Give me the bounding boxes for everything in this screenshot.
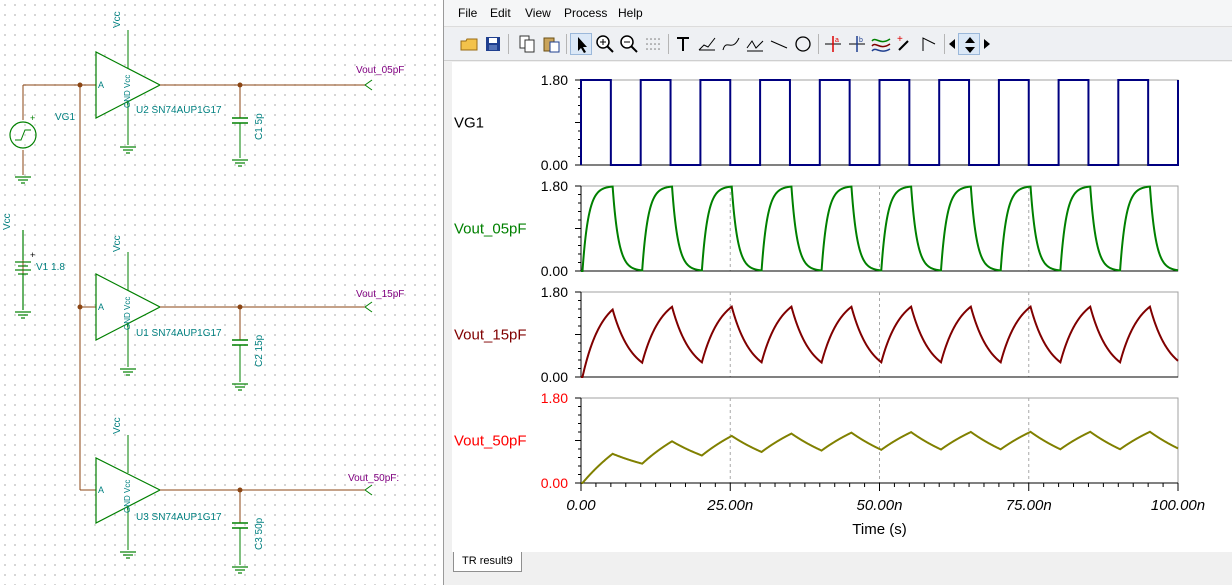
pointer-icon[interactable] xyxy=(570,33,592,55)
zoom-out-icon[interactable] xyxy=(618,33,640,55)
probe-icon[interactable]: + xyxy=(894,33,916,55)
u1-pin-labels: GND Vcc xyxy=(123,297,132,330)
u2-pin-labels: GND Vcc xyxy=(123,75,132,108)
u2-pin-a: A xyxy=(98,80,104,90)
status-bar: TR result9 xyxy=(444,552,1232,585)
out-label-15pf: Vout_15pF xyxy=(356,289,404,300)
y-tick-label: 0.00 xyxy=(541,157,568,173)
buffer-stage[interactable]: Vcc A GND Vcc U3 SN74AUP1G17 C3 50p Vout… xyxy=(95,417,399,574)
chart-svg: 0.00 1.80 VG1 0.00 1.80 Vout_05pF 0.00 1.80 Vout… xyxy=(454,72,1205,538)
y-tick-label: 1.80 xyxy=(541,390,568,406)
v1-vcc-label: Vcc xyxy=(2,213,13,230)
u1-vcc-label: Vcc xyxy=(112,235,123,252)
u1-pin-a: A xyxy=(98,302,104,312)
x-tick-label: 25.00n xyxy=(706,497,753,514)
scroll-right-icon[interactable] xyxy=(981,33,993,55)
text-icon[interactable] xyxy=(672,33,694,55)
u2-ref: U2 SN74AUP1G17 xyxy=(136,105,222,116)
open-icon[interactable] xyxy=(458,33,480,55)
vg1-label: VG1 xyxy=(55,112,75,123)
u3-pin-a: A xyxy=(98,485,104,495)
curve-label-icon[interactable] xyxy=(696,33,718,55)
grid-icon[interactable] xyxy=(642,33,664,55)
x-tick-label: 50.00n xyxy=(857,497,903,514)
toolbar: a b + xyxy=(444,28,1232,61)
buffer-stage[interactable]: Vcc A GND Vcc U2 SN74AUP1G17 C1 5p Vout_… xyxy=(95,11,404,167)
y-tick-label: 1.80 xyxy=(541,178,568,194)
paste-icon[interactable] xyxy=(540,33,562,55)
marker-icon[interactable] xyxy=(918,33,940,55)
x-tick-label: 100.00n xyxy=(1151,497,1205,514)
menu-view[interactable]: View xyxy=(525,6,551,20)
result-tab[interactable]: TR result9 xyxy=(453,552,522,572)
analysis-window[interactable]: File Edit View Process Help a b + 0.00 1… xyxy=(443,0,1232,585)
cursor-b-icon[interactable]: b xyxy=(846,33,868,55)
copy-icon[interactable] xyxy=(516,33,538,55)
x-tick-label: 0.00 xyxy=(566,497,596,514)
menu-process[interactable]: Process xyxy=(564,6,607,20)
vg1-plus: + xyxy=(30,113,35,123)
svg-text:a: a xyxy=(835,37,839,44)
c3-label: C3 50p xyxy=(254,517,265,550)
u3-vcc-label: Vcc xyxy=(112,417,123,434)
series-label: VG1 xyxy=(454,115,484,132)
menu-help[interactable]: Help xyxy=(618,6,643,20)
y-tick-label: 1.80 xyxy=(541,284,568,300)
y-tick-label: 0.00 xyxy=(541,369,568,385)
schematic-canvas[interactable]: + VG1 Vcc + V1 1.8 Vcc A GND Vcc U2 SN74… xyxy=(0,0,440,585)
y-tick-label: 0.00 xyxy=(541,475,568,491)
menu-bar: File Edit View Process Help xyxy=(444,0,1232,27)
schematic-drawing: + VG1 Vcc + V1 1.8 Vcc A GND Vcc U2 SN74… xyxy=(2,11,404,574)
out-label-05pf: Vout_05pF xyxy=(356,65,404,76)
c1-label: C1 5p xyxy=(254,113,265,140)
curve-label3-icon[interactable] xyxy=(744,33,766,55)
scroll-left-icon[interactable] xyxy=(946,33,958,55)
c2-label: C2 15p xyxy=(254,334,265,367)
v1-plus: + xyxy=(30,250,35,260)
series-label: Vout_15pF xyxy=(454,327,527,344)
x-tick-label: 75.00n xyxy=(1006,497,1052,514)
u1-ref: U1 SN74AUP1G17 xyxy=(136,328,222,339)
svg-text:+: + xyxy=(897,34,903,45)
transient-plot[interactable]: 0.00 1.80 VG1 0.00 1.80 Vout_05pF 0.00 1.80 Vout… xyxy=(452,62,1232,552)
scroll-updown-icon[interactable] xyxy=(958,33,980,55)
series-label: Vout_05pF xyxy=(454,221,527,238)
buffer-stage[interactable]: Vcc A GND Vcc U1 SN74AUP1G17 C2 15p Vout… xyxy=(95,235,404,391)
series-label: Vout_50pF xyxy=(454,433,527,450)
waveform-icon[interactable] xyxy=(870,33,892,55)
menu-edit[interactable]: Edit xyxy=(490,6,511,20)
zoom-in-icon[interactable] xyxy=(594,33,616,55)
series-line xyxy=(580,79,1179,166)
cursor-a-icon[interactable]: a xyxy=(822,33,844,55)
curve-label2-icon[interactable] xyxy=(720,33,742,55)
save-icon[interactable] xyxy=(482,33,504,55)
ellipse-icon[interactable] xyxy=(792,33,814,55)
line-icon[interactable] xyxy=(768,33,790,55)
y-tick-label: 1.80 xyxy=(541,72,568,88)
menu-file[interactable]: File xyxy=(458,6,477,20)
u3-ref: U3 SN74AUP1G17 xyxy=(136,512,222,523)
out-label-50pf: Vout_50pF: xyxy=(348,473,399,484)
series-line xyxy=(581,430,1179,484)
y-tick-label: 0.00 xyxy=(541,263,568,279)
x-axis-title: Time (s) xyxy=(852,521,906,538)
u3-pin-labels: GND Vcc xyxy=(123,480,132,513)
svg-text:b: b xyxy=(859,37,863,44)
u2-vcc-label: Vcc xyxy=(112,11,123,28)
v1-label: V1 1.8 xyxy=(36,262,65,273)
